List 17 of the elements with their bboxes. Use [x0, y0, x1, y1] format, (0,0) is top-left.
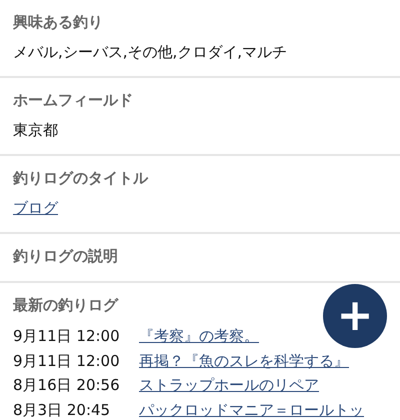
log-link[interactable]: 『考察』の考察。 [139, 324, 259, 348]
log-date: 8月16日 20:56 [13, 375, 121, 396]
log-link[interactable]: 再掲？『魚のスレを科学する』 [139, 348, 349, 373]
field-label: 釣りログのタイトル [13, 168, 148, 188]
log-link[interactable]: パックロッドマニア＝ロールトッ [139, 398, 364, 420]
field-value: 東京都 [13, 120, 59, 140]
field-value: メバル,シーバス,その他,クロダイ,マルチ [13, 42, 288, 62]
field-label: ホームフィールド [13, 90, 133, 110]
log-date: 8月3日 20:45 [13, 400, 112, 420]
blog-link[interactable]: ブログ [13, 198, 387, 218]
section-label: 最新の釣りログ [13, 295, 118, 315]
log-date: 9月11日 12:00 [13, 350, 121, 372]
field-label: 釣りログの説明 [13, 246, 118, 266]
add-button[interactable]: + [323, 284, 387, 348]
log-date: 9月11日 12:00 [13, 326, 121, 347]
field-label: 興味ある釣り [13, 12, 103, 32]
log-link[interactable]: ストラップホールのリペア [139, 373, 319, 398]
